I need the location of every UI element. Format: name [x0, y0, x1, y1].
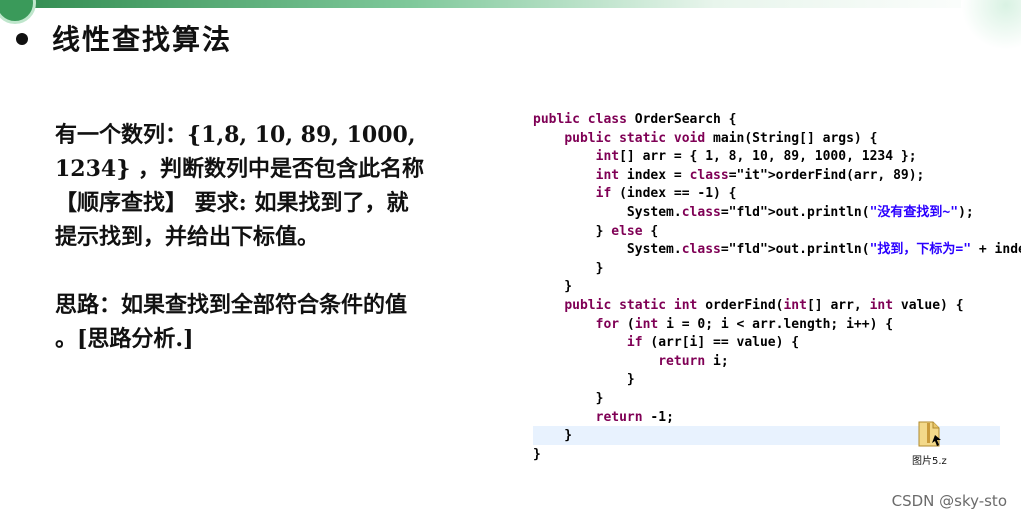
code-block: public class OrderSearch { public static…: [533, 111, 1021, 464]
file-icon[interactable]: [916, 420, 942, 448]
code-line: public class OrderSearch {: [533, 112, 737, 127]
code-line: if (arr[i] == value) {: [626, 335, 800, 351]
code-line: }: [533, 260, 604, 276]
code-line: public static void main(String[] args) {: [564, 130, 878, 146]
code-line: int index = class="it">orderFind(arr, 89…: [595, 167, 925, 183]
code-line: }: [533, 390, 604, 406]
code-line: } else {: [533, 223, 659, 239]
problem-description: 有一个数列：{1,8, 10, 89, 1000, 1234} ，判断数列中是否…: [55, 122, 425, 352]
file-label: 图片5.z: [912, 456, 947, 467]
corner-decoration: [961, 0, 1021, 50]
top-banner: [0, 0, 1021, 8]
code-line: }: [533, 428, 573, 444]
corner-logo-shape: [0, 0, 36, 24]
code-line: for (int i = 0; i < arr.length; i++) {: [595, 316, 894, 332]
code-line: return i;: [658, 353, 729, 369]
watermark: CSDN @sky-sto: [891, 492, 1007, 510]
code-line: public static int orderFind(int[] arr, i…: [564, 297, 964, 313]
code-line: int[] arr = { 1, 8, 10, 89, 1000, 1234 }…: [595, 149, 917, 165]
bullet-dot: [16, 33, 28, 45]
code-line: if (index == -1) {: [595, 186, 737, 202]
code-line: System.class="fld">out.println("没有查找到~")…: [533, 204, 974, 220]
code-line: }: [533, 279, 573, 295]
code-line: }: [533, 446, 541, 462]
code-line: return -1;: [595, 409, 674, 425]
slide-heading: 线性查找算法: [52, 23, 233, 56]
code-line: }: [533, 372, 635, 388]
code-line: System.class="fld">out.println("找到，下标为="…: [533, 242, 1021, 258]
